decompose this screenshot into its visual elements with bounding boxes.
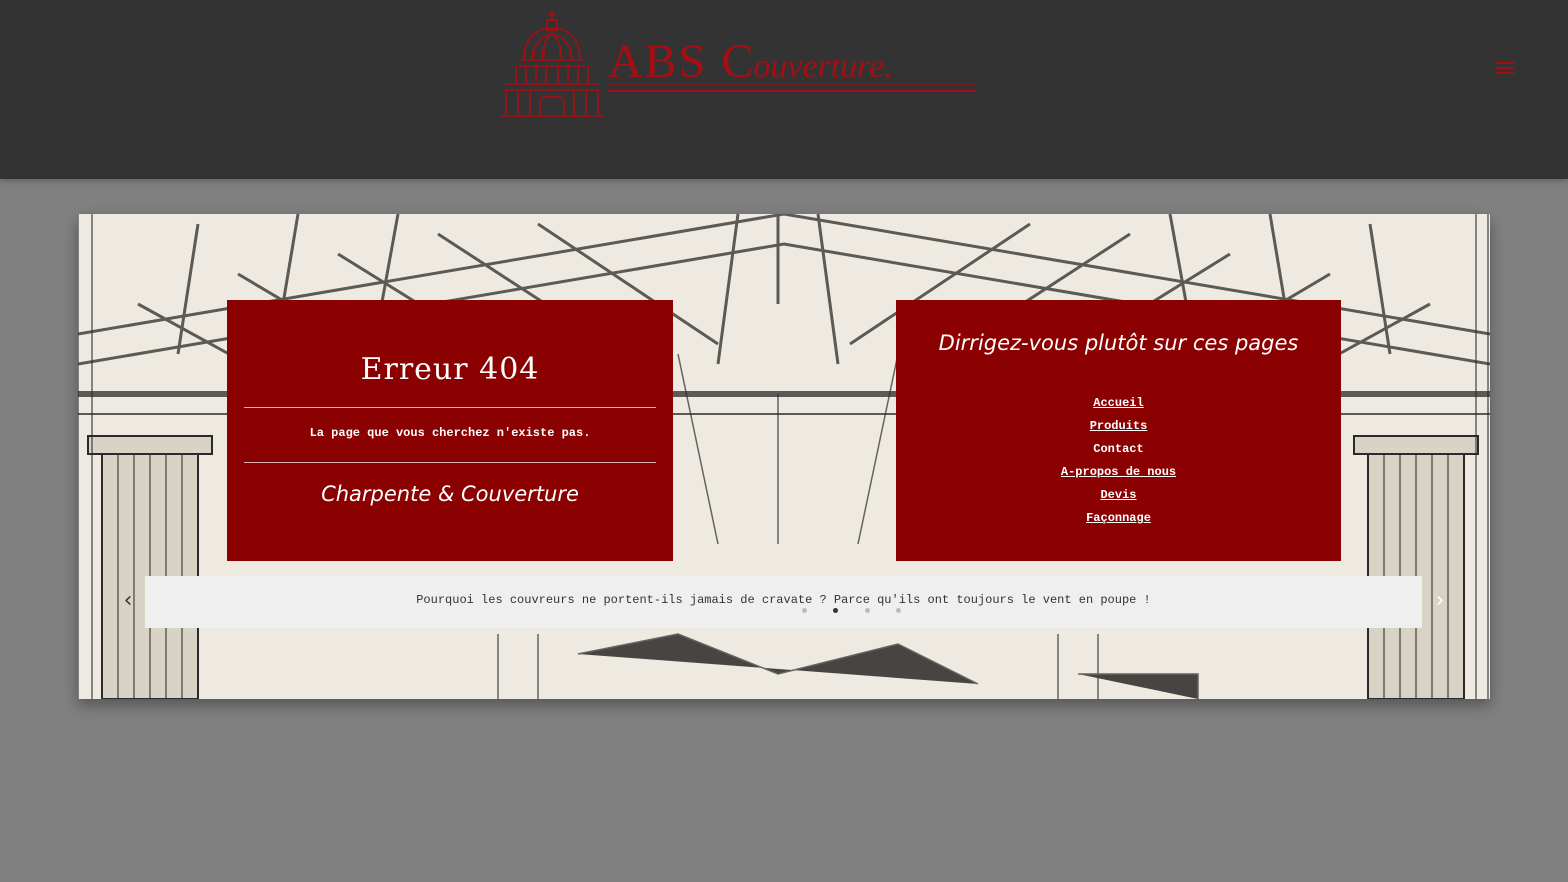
chevron-right-icon[interactable]: › bbox=[1428, 586, 1452, 616]
quote-text: Pourquoi les couvreurs ne portent-ils ja… bbox=[416, 593, 1151, 607]
slider-dot-3[interactable] bbox=[865, 608, 870, 613]
divider-top bbox=[244, 407, 656, 408]
hamburger-icon[interactable] bbox=[1496, 62, 1514, 74]
quote-bar: Pourquoi les couvreurs ne portent-ils ja… bbox=[145, 576, 1422, 628]
error-title: Erreur 404 bbox=[360, 352, 540, 387]
redirect-card: Dirrigez-vous plutôt sur ces pages Accue… bbox=[896, 300, 1341, 561]
site-header: ABS Couverture. bbox=[0, 0, 1568, 179]
brand-rest-text: ouverture. bbox=[753, 48, 893, 85]
link-faconnage[interactable]: Façonnage bbox=[1086, 511, 1151, 525]
redirect-title: Dirrigez-vous plutôt sur ces pages bbox=[938, 331, 1299, 355]
link-a-propos[interactable]: A-propos de nous bbox=[1061, 465, 1176, 479]
site-logo[interactable]: ABS Couverture. bbox=[500, 8, 980, 120]
error-subtitle: Charpente & Couverture bbox=[321, 482, 579, 506]
slider-dot-4[interactable] bbox=[896, 608, 901, 613]
dome-logo-icon bbox=[500, 10, 604, 117]
slider-dot-2[interactable] bbox=[833, 608, 838, 613]
error-card: Erreur 404 La page que vous cherchez n'e… bbox=[227, 300, 673, 561]
brand-cap-letter: C bbox=[721, 35, 754, 88]
link-devis[interactable]: Devis bbox=[1100, 488, 1136, 502]
link-produits[interactable]: Produits bbox=[1090, 419, 1148, 433]
error-message: La page que vous cherchez n'existe pas. bbox=[309, 426, 591, 440]
link-accueil[interactable]: Accueil bbox=[1093, 396, 1143, 410]
brand-underline bbox=[608, 90, 976, 92]
redirect-links: Accueil Produits Contact A-propos de nou… bbox=[896, 392, 1341, 530]
slider-dot-1[interactable] bbox=[802, 608, 807, 613]
chevron-left-icon[interactable]: ‹ bbox=[116, 586, 140, 616]
link-contact[interactable]: Contact bbox=[1093, 442, 1143, 456]
brand-name: ABS Couverture. bbox=[608, 38, 893, 86]
brand-underline-thin bbox=[608, 84, 976, 85]
hero-slider: Erreur 404 La page que vous cherchez n'e… bbox=[78, 214, 1490, 699]
slider-dots bbox=[145, 608, 1422, 614]
divider-bottom bbox=[244, 462, 656, 463]
brand-main-text: ABS bbox=[608, 35, 722, 88]
